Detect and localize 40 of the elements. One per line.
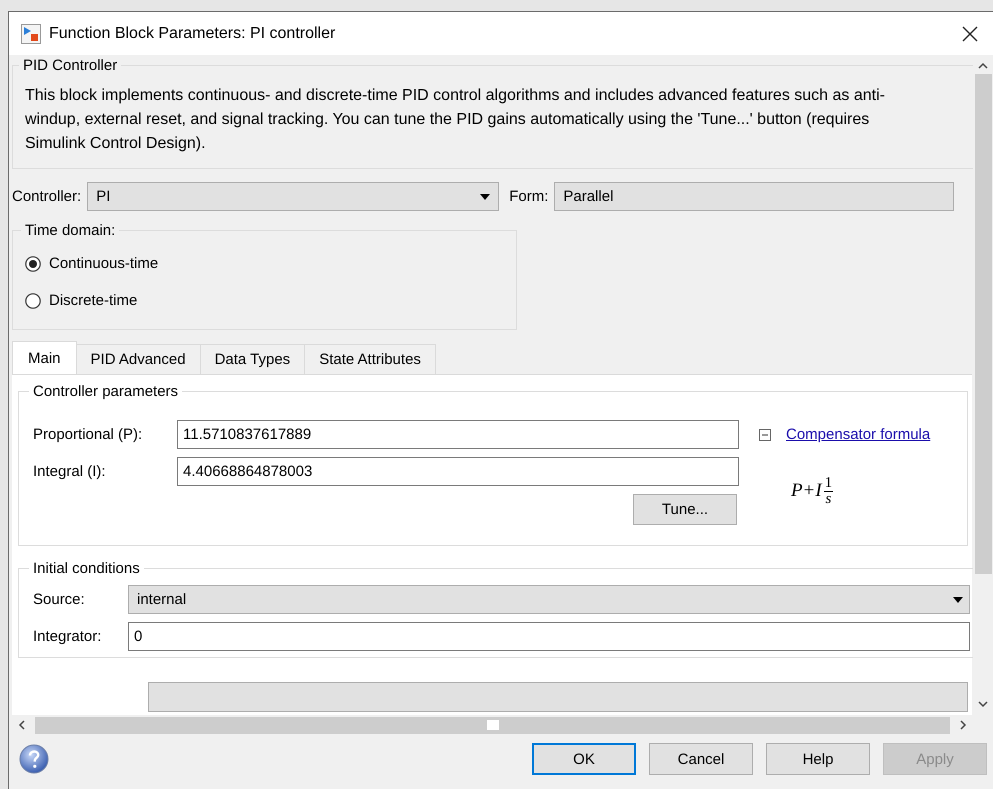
- scroll-thumb[interactable]: [974, 74, 992, 574]
- window-title: Function Block Parameters: PI controller: [49, 24, 336, 42]
- field-label: Integrator:: [33, 628, 102, 645]
- input-field[interactable]: 0: [128, 622, 970, 651]
- dialog-button[interactable]: Help: [766, 743, 870, 775]
- description-text: This block implements continuous- and discrete-time PID control algorithms and includes advanced features such as anti-windup, external reset, and signal tracking. You can tune the PID gains automatically using the 'Tune...' button (requires Simulink Control Design).: [25, 86, 886, 154]
- input-field[interactable]: 4.40668864878003: [177, 457, 739, 486]
- scroll-right-icon[interactable]: [958, 720, 968, 730]
- group-title: Time domain:: [25, 222, 116, 239]
- radio-option[interactable]: Continuous-time: [25, 245, 158, 282]
- help-icon[interactable]: [19, 744, 49, 774]
- close-icon[interactable]: [961, 24, 979, 42]
- app-icon: [21, 24, 41, 44]
- tune-button[interactable]: Tune...: [633, 494, 737, 525]
- radio-option[interactable]: Discrete-time: [25, 282, 138, 319]
- dialog-button[interactable]: OK: [532, 743, 636, 775]
- dropdown-arrow-icon: [953, 596, 963, 602]
- formula-link[interactable]: Compensator formula: [786, 426, 930, 443]
- collapse-icon[interactable]: [759, 428, 771, 440]
- scroll-down-icon[interactable]: [978, 699, 988, 709]
- group-title: Initial conditions: [33, 560, 140, 577]
- field-label: Integral (I):: [33, 463, 107, 480]
- group-title: PID Controller: [23, 57, 118, 74]
- scroll-thumb[interactable]: [35, 716, 950, 734]
- scroll-left-icon[interactable]: [17, 720, 27, 730]
- source-dropdown[interactable]: internal: [128, 585, 970, 614]
- group-title: Controller parameters: [33, 383, 178, 400]
- tab[interactable]: State Attributes: [304, 344, 436, 374]
- input-field[interactable]: 11.5710837617889: [177, 420, 739, 449]
- dialog-button[interactable]: Cancel: [649, 743, 753, 775]
- field-label: Proportional (P):: [33, 426, 144, 443]
- tab[interactable]: Main: [12, 341, 77, 374]
- dropdown-arrow-icon: [480, 194, 490, 200]
- field-label: Source:: [33, 591, 86, 608]
- scroll-up-icon[interactable]: [978, 61, 988, 71]
- field-label: Form:: [509, 188, 548, 205]
- controller-dropdown[interactable]: PI: [87, 182, 500, 211]
- form-dropdown[interactable]: Parallel: [554, 182, 954, 211]
- grip-icon: [486, 720, 498, 730]
- field-label: Controller:: [12, 188, 82, 205]
